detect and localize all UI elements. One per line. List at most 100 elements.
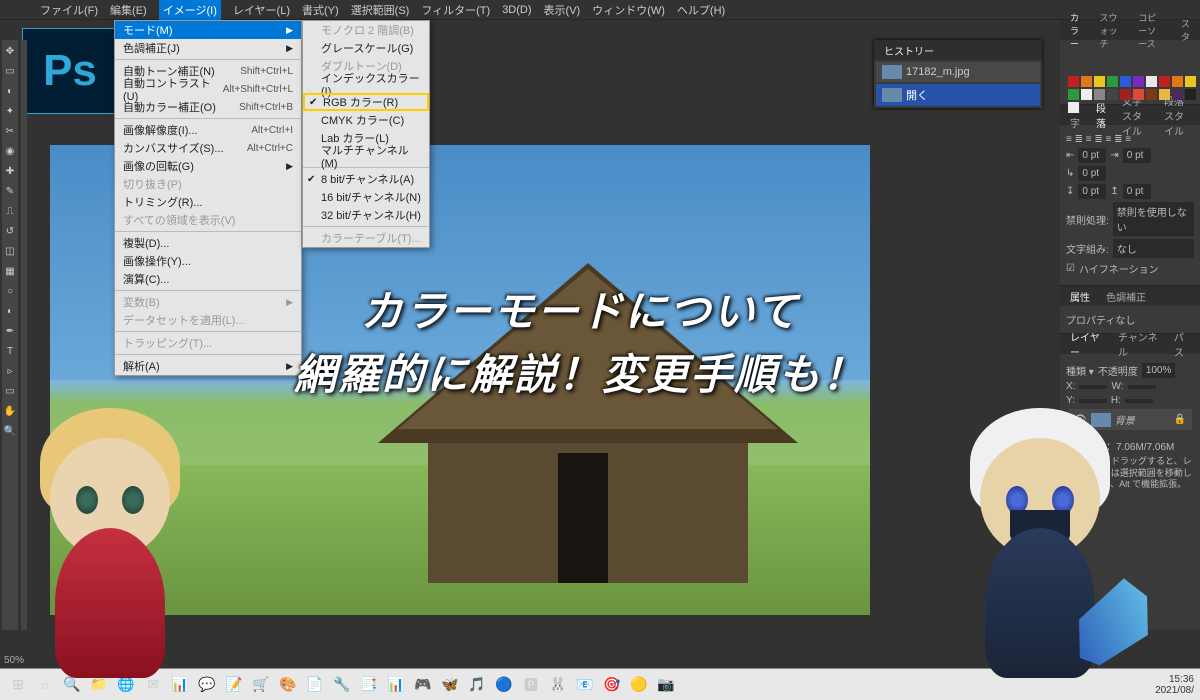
swatch[interactable] [1146,76,1157,87]
pen-tool-icon[interactable]: ✒ [3,324,17,338]
taskbar-app-icon[interactable]: 🎮 [411,673,435,697]
submenu-item[interactable]: グレースケール(G) [303,39,429,57]
menu-item[interactable]: 切り抜き(P) [115,175,301,193]
swatch[interactable] [1068,102,1079,113]
submenu-item[interactable]: インデックスカラー(I)... [303,75,429,93]
taskbar-app-icon[interactable]: 🔧 [330,673,354,697]
path-tool-icon[interactable]: ▹ [3,364,17,378]
menubar-item-8[interactable]: 表示(V) [544,2,581,18]
menu-item[interactable]: 自動カラー補正(O)Shift+Ctrl+B [115,98,301,116]
menubar-item-4[interactable]: 書式(Y) [302,2,339,18]
menu-item[interactable]: 画像操作(Y)... [115,252,301,270]
swatch[interactable] [1094,76,1105,87]
hand-tool-icon[interactable]: ✋ [3,404,17,418]
menu-item[interactable]: 自動コントラスト(U)Alt+Shift+Ctrl+L [115,80,301,98]
submenu-item[interactable]: 16 bit/チャンネル(N) [303,188,429,206]
lasso-tool-icon[interactable]: ◐ [3,84,17,98]
history-tab[interactable]: ヒストリー [880,43,938,58]
taskbar-app-icon[interactable]: 📷 [654,673,678,697]
crop-tool-icon[interactable]: ✂ [3,124,17,138]
history-row[interactable]: 17182_m.jpg [876,62,1040,82]
history-brush-icon[interactable]: ↺ [3,224,17,238]
stamp-tool-icon[interactable]: ⎍ [3,204,17,218]
menu-item[interactable]: 色調補正(J)▶ [115,39,301,57]
swatch[interactable] [1133,76,1144,87]
swatch[interactable] [1185,89,1196,100]
swatch[interactable] [1107,76,1118,87]
submenu-item[interactable]: カラーテーブル(T)... [303,229,429,247]
shape-tool-icon[interactable]: ▭ [3,384,17,398]
tab[interactable]: カラー [1066,11,1088,50]
submenu-item[interactable]: モノクロ 2 階調(B) [303,21,429,39]
tab[interactable]: スウォッチ [1096,11,1127,50]
taskbar-app-icon[interactable]: 🎵 [465,673,489,697]
taskbar-app-icon[interactable]: 🎨 [276,673,300,697]
swatch[interactable] [1081,76,1092,87]
taskbar-app-icon[interactable]: 🟡 [627,673,651,697]
history-row[interactable]: 開く [876,84,1040,106]
taskbar-app-icon[interactable]: 📊 [384,673,408,697]
submenu-item[interactable]: 32 bit/チャンネル(H) [303,206,429,224]
swatch[interactable] [1172,76,1183,87]
taskbar-app-icon[interactable]: 🅿 [519,673,543,697]
submenu-item[interactable]: ✔RGB カラー(R) [303,93,429,111]
swatch[interactable] [1068,89,1079,100]
tab[interactable]: コピーソース [1134,11,1169,50]
tab[interactable]: 色調補正 [1102,289,1150,304]
menu-item[interactable]: すべての領域を表示(V) [115,211,301,229]
taskbar-app-icon[interactable]: 🛒 [249,673,273,697]
swatch[interactable] [1120,89,1131,100]
menu-item[interactable]: モード(M)▶ [115,21,301,39]
type-tool-icon[interactable]: T [3,344,17,358]
zoom-tool-icon[interactable]: 🔍 [3,424,17,438]
brush-tool-icon[interactable]: ✎ [3,184,17,198]
taskbar-app-icon[interactable]: 📧 [573,673,597,697]
taskbar-app-icon[interactable]: 📑 [357,673,381,697]
swatch[interactable] [1068,76,1079,87]
taskbar-app-icon[interactable]: 🐰 [546,673,570,697]
tab[interactable]: レイヤー [1066,329,1106,359]
blur-tool-icon[interactable]: ○ [3,284,17,298]
menubar-item-3[interactable]: レイヤー(L) [233,2,290,18]
swatch[interactable] [1185,76,1196,87]
menubar-item-7[interactable]: 3D(D) [502,4,531,16]
swatch[interactable] [1146,89,1157,100]
tab[interactable]: パス [1170,329,1194,359]
menubar-item-0[interactable]: ファイル(F) [40,2,98,18]
swatch[interactable] [1081,89,1092,100]
submenu-item[interactable]: ✔8 bit/チャンネル(A) [303,170,429,188]
swatch[interactable] [1120,76,1131,87]
taskbar-app-icon[interactable]: 🔵 [492,673,516,697]
heal-tool-icon[interactable]: ✚ [3,164,17,178]
tab[interactable]: チャンネル [1114,329,1162,359]
menubar-item-5[interactable]: 選択範囲(S) [351,2,410,18]
dodge-tool-icon[interactable]: ◐ [3,304,17,318]
marquee-tool-icon[interactable]: ▭ [3,64,17,78]
menu-item[interactable]: 複製(D)... [115,234,301,252]
eyedropper-tool-icon[interactable]: ◉ [3,144,17,158]
eraser-tool-icon[interactable]: ◫ [3,244,17,258]
tab[interactable]: スタ [1177,17,1194,43]
taskbar-app-icon[interactable]: 🦋 [438,673,462,697]
menubar-item-1[interactable]: 編集(E) [110,2,147,18]
swatch[interactable] [1133,89,1144,100]
checkbox-icon[interactable]: ☑ [1066,263,1075,274]
swatch[interactable] [1094,89,1105,100]
swatch[interactable] [1159,76,1170,87]
swatch[interactable] [1159,89,1170,100]
menu-item[interactable]: カンバスサイズ(S)...Alt+Ctrl+C [115,139,301,157]
menubar-item-2[interactable]: イメージ(I) [159,0,221,20]
menu-item[interactable]: 画像の回転(G)▶ [115,157,301,175]
align-icons[interactable]: ≡ ≣ ≡ ≣ ≡ ≣ ≡ [1066,134,1131,145]
tab[interactable]: 属性 [1066,289,1094,304]
taskbar-app-icon[interactable]: 📄 [303,673,327,697]
menu-item[interactable]: トリミング(R)... [115,193,301,211]
wand-tool-icon[interactable]: ✦ [3,104,17,118]
taskbar-app-icon[interactable]: 🎯 [600,673,624,697]
swatch[interactable] [1172,89,1183,100]
taskbar-app-icon[interactable]: 📝 [222,673,246,697]
menubar-item-10[interactable]: ヘルプ(H) [677,2,725,18]
menubar-item-9[interactable]: ウィンドウ(W) [592,2,665,18]
taskbar-clock[interactable]: 15:36 2021/08/ [1155,674,1194,696]
menubar-item-6[interactable]: フィルター(T) [421,2,490,18]
